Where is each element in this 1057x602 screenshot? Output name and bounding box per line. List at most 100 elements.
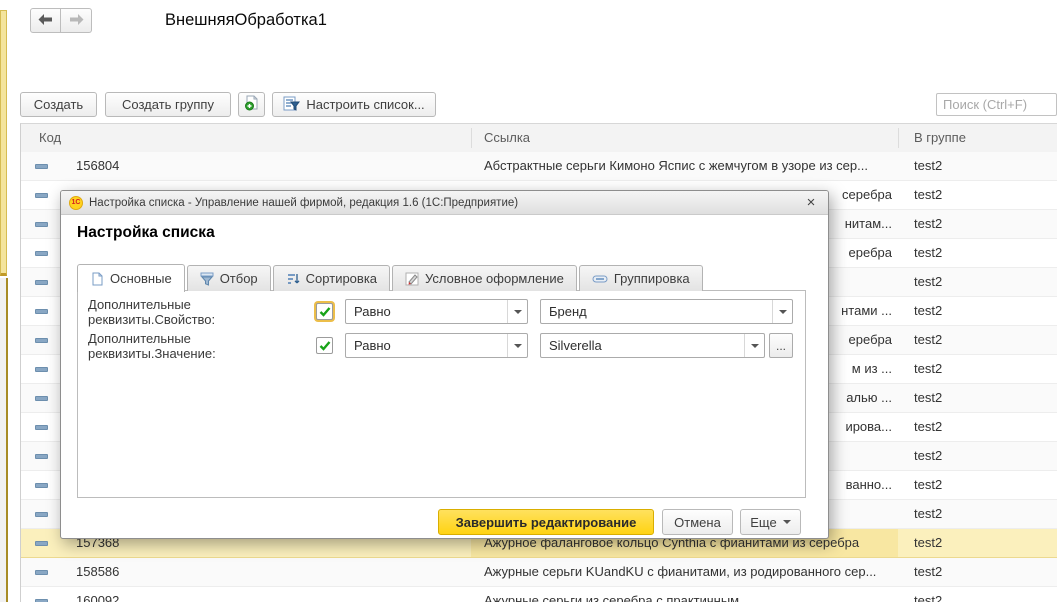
conditional-format-icon (405, 272, 419, 286)
table-row[interactable]: 158586 Ажурные серьги KUandKU с фианитами… (21, 558, 1057, 587)
row-marker-icon (35, 309, 48, 314)
filter-checkbox[interactable] (316, 337, 333, 354)
cell-group: test2 (914, 413, 942, 441)
chevron-down-icon[interactable] (507, 334, 527, 357)
row-marker-icon (35, 570, 48, 575)
cell-group: test2 (914, 239, 942, 267)
tab-conditional-format[interactable]: Условное оформление (392, 265, 577, 291)
cancel-button[interactable]: Отмена (662, 509, 733, 535)
column-separator[interactable] (471, 128, 472, 148)
cell-code: 160092 (76, 587, 119, 602)
chevron-down-icon (783, 520, 791, 524)
row-marker-icon (35, 425, 48, 430)
row-marker-icon (35, 251, 48, 256)
cell-group: test2 (914, 529, 942, 557)
sort-icon (286, 272, 300, 286)
condition-select[interactable]: Равно (345, 299, 528, 324)
row-marker-icon (35, 222, 48, 227)
close-icon[interactable]: × (802, 194, 820, 212)
cell-group: test2 (914, 442, 942, 470)
finish-editing-button[interactable]: Завершить редактирование (438, 509, 654, 535)
back-arrow-icon (38, 12, 53, 30)
cell-group: test2 (914, 587, 942, 602)
value-select[interactable]: Silverella (540, 333, 765, 358)
tab-label: Отбор (220, 271, 258, 286)
cell-code: 158586 (76, 558, 119, 586)
table-header: Код Ссылка В группе (21, 124, 1057, 153)
cell-group: test2 (914, 326, 942, 354)
cell-code: 156804 (76, 152, 119, 180)
column-header-link[interactable]: Ссылка (484, 124, 530, 152)
row-marker-icon (35, 164, 48, 169)
configure-list-button-label: Настроить список... (306, 97, 424, 112)
filter-row: Дополнительные реквизиты.Свойство:РавноБ… (88, 299, 793, 324)
row-marker-icon (35, 338, 48, 343)
chevron-down-icon[interactable] (507, 300, 527, 323)
filter-checkbox[interactable] (316, 303, 333, 320)
forward-button[interactable] (61, 8, 92, 33)
dialog-titlebar[interactable]: 1С Настройка списка - Управление нашей ф… (61, 191, 828, 215)
grouping-icon (592, 273, 608, 285)
create-group-button-label: Создать группу (122, 97, 214, 112)
cell-group: test2 (914, 384, 942, 412)
table-row[interactable]: 156804 Абстрактные серьги Кимоно Яспис с … (21, 152, 1057, 181)
dialog-tabs: Основные Отбор СортировкаУсловное оформлен… (77, 263, 705, 291)
choose-value-button[interactable]: ... (769, 333, 793, 358)
cell-link: Абстрактные серьги Кимоно Яспис с жемчуг… (471, 152, 898, 180)
panel-splitter-line[interactable] (6, 278, 8, 602)
back-button[interactable] (30, 8, 61, 33)
page-title: ВнешняяОбработка1 (165, 11, 327, 30)
column-header-code[interactable]: Код (39, 124, 61, 152)
create-button[interactable]: Создать (20, 92, 97, 117)
tab-sort[interactable]: Сортировка (273, 265, 390, 291)
document-icon (90, 272, 104, 286)
cell-link: Ажурные серьги из серебра с практичным..… (471, 587, 898, 602)
tab-label: Основные (110, 271, 172, 286)
column-separator[interactable] (898, 128, 899, 148)
row-marker-icon (35, 483, 48, 488)
list-settings-icon (283, 96, 300, 114)
tab-label: Группировка (614, 271, 690, 286)
create-by-copy-button[interactable] (238, 92, 265, 117)
more-button[interactable]: Еще (740, 509, 801, 535)
search-input[interactable] (936, 93, 1057, 116)
page-add-icon (244, 95, 260, 114)
row-marker-icon (35, 367, 48, 372)
tab-document[interactable]: Основные (77, 264, 185, 292)
tab-grouping[interactable]: Группировка (579, 265, 703, 291)
column-header-group[interactable]: В группе (914, 124, 966, 152)
cell-group: test2 (914, 471, 942, 499)
forward-arrow-icon (69, 12, 84, 30)
cell-group: test2 (914, 355, 942, 383)
cancel-label: Отмена (674, 515, 721, 530)
create-group-button[interactable]: Создать группу (105, 92, 231, 117)
chevron-down-icon[interactable] (772, 300, 792, 323)
value-select[interactable]: Бренд (540, 299, 793, 324)
row-marker-icon (35, 280, 48, 285)
cell-group: test2 (914, 152, 942, 180)
row-marker-icon (35, 541, 48, 546)
finish-editing-label: Завершить редактирование (456, 515, 637, 530)
tab-filter[interactable]: Отбор (187, 265, 271, 291)
more-label: Еще (750, 515, 776, 530)
configure-list-button[interactable]: Настроить список... (272, 92, 436, 117)
cell-group: test2 (914, 268, 942, 296)
filters-panel: Дополнительные реквизиты.Свойство:РавноБ… (77, 290, 806, 498)
filter-label: Дополнительные реквизиты.Значение: (88, 331, 316, 361)
row-marker-icon (35, 512, 48, 517)
history-nav (30, 8, 92, 33)
dialog-heading: Настройка списка (77, 224, 215, 242)
create-button-label: Создать (34, 97, 83, 112)
collapsed-panel-strip[interactable] (0, 10, 7, 276)
cell-link: Ажурные серьги KUandKU с фианитами, из р… (471, 558, 898, 586)
cell-group: test2 (914, 297, 942, 325)
1c-logo-icon: 1С (69, 196, 83, 210)
cell-group: test2 (914, 210, 942, 238)
condition-select[interactable]: Равно (345, 333, 528, 358)
cell-group: test2 (914, 181, 942, 209)
filter-row: Дополнительные реквизиты.Значение: Равно S… (88, 333, 793, 358)
list-settings-dialog: 1С Настройка списка - Управление нашей ф… (60, 190, 829, 539)
table-row[interactable]: 160092 Ажурные серьги из серебра с практи… (21, 587, 1057, 602)
chevron-down-icon[interactable] (744, 334, 764, 357)
dialog-title: Настройка списка - Управление нашей фирм… (89, 197, 796, 209)
